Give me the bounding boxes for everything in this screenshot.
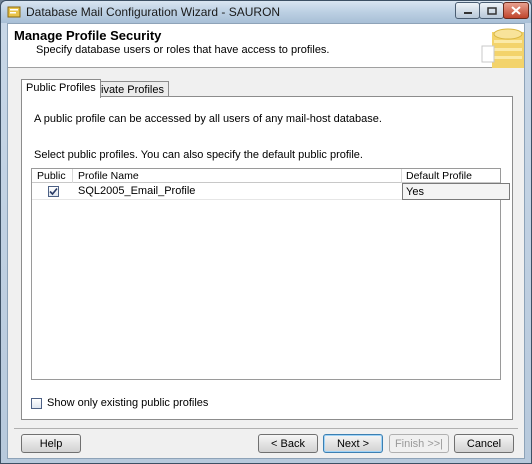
wizard-window: Database Mail Configuration Wizard - SAU… xyxy=(0,0,532,464)
footer-divider xyxy=(14,428,518,429)
column-header-public[interactable]: Public xyxy=(37,170,66,182)
title-bar[interactable]: Database Mail Configuration Wizard - SAU… xyxy=(1,1,531,23)
show-only-checkbox[interactable] xyxy=(31,397,42,409)
minimize-icon xyxy=(463,11,472,14)
default-profile-cell[interactable]: Yes xyxy=(402,183,510,200)
public-profiles-panel: A public profile can be accessed by all … xyxy=(21,96,513,420)
column-header-profile-name[interactable]: Profile Name xyxy=(78,170,139,182)
maximize-button[interactable] xyxy=(479,2,504,19)
page-title: Manage Profile Security xyxy=(14,28,162,43)
database-mail-icon xyxy=(481,28,524,68)
maximize-icon xyxy=(486,6,497,15)
public-checkbox[interactable] xyxy=(48,186,59,197)
close-icon xyxy=(511,6,521,15)
wizard-header: Manage Profile Security Specify database… xyxy=(8,24,524,68)
finish-button[interactable]: Finish >>| xyxy=(389,434,449,453)
page-subtitle: Specify database users or roles that hav… xyxy=(36,44,330,56)
checkmark-icon xyxy=(49,187,58,196)
column-divider xyxy=(72,169,73,183)
window-title: Database Mail Configuration Wizard - SAU… xyxy=(26,5,281,19)
show-only-existing-option[interactable]: Show only existing public profiles xyxy=(31,397,208,409)
show-only-label: Show only existing public profiles xyxy=(47,397,209,409)
wizard-client-area: Manage Profile Security Specify database… xyxy=(7,23,525,459)
profiles-grid: Public Profile Name Default Profile SQL2… xyxy=(31,168,510,380)
help-button[interactable]: Help xyxy=(21,434,81,453)
profile-name-cell: SQL2005_Email_Profile xyxy=(78,185,196,197)
back-button[interactable]: < Back xyxy=(258,434,318,453)
wizard-app-icon xyxy=(7,6,21,18)
next-button[interactable]: Next > xyxy=(323,434,383,453)
column-divider xyxy=(401,169,402,183)
tab-public-profiles[interactable]: Public Profiles xyxy=(21,79,101,98)
column-header-default-profile[interactable]: Default Profile xyxy=(406,170,472,182)
table-row[interactable]: SQL2005_Email_Profile Yes xyxy=(32,183,510,200)
close-button[interactable] xyxy=(503,2,529,19)
select-hint: Select public profiles. You can also spe… xyxy=(34,149,363,161)
grid-header: Public Profile Name Default Profile xyxy=(32,169,500,183)
cancel-button[interactable]: Cancel xyxy=(454,434,514,453)
minimize-button[interactable] xyxy=(455,2,480,19)
public-profile-info: A public profile can be accessed by all … xyxy=(34,113,382,125)
